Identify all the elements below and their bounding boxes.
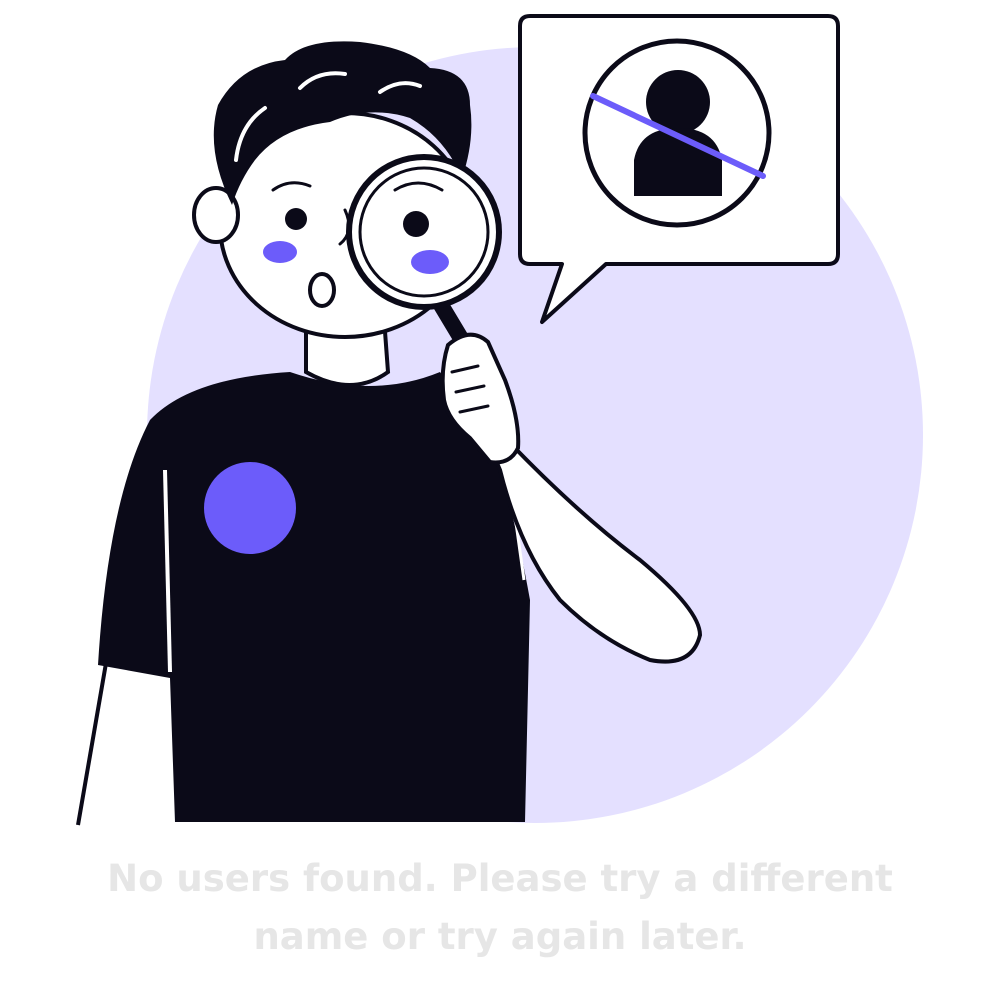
empty-state-message: No users found. Please try a different n… (107, 857, 893, 958)
left-eye (285, 208, 307, 230)
shirt (98, 372, 530, 822)
empty-state-illustration (76, 14, 923, 826)
shirt-badge (204, 462, 296, 554)
mouth (308, 272, 336, 308)
no-user-icon (582, 38, 772, 228)
empty-state: No users found. Please try a different n… (0, 0, 1000, 1000)
left-cheek (263, 241, 297, 263)
magnifier-icon (346, 154, 502, 310)
